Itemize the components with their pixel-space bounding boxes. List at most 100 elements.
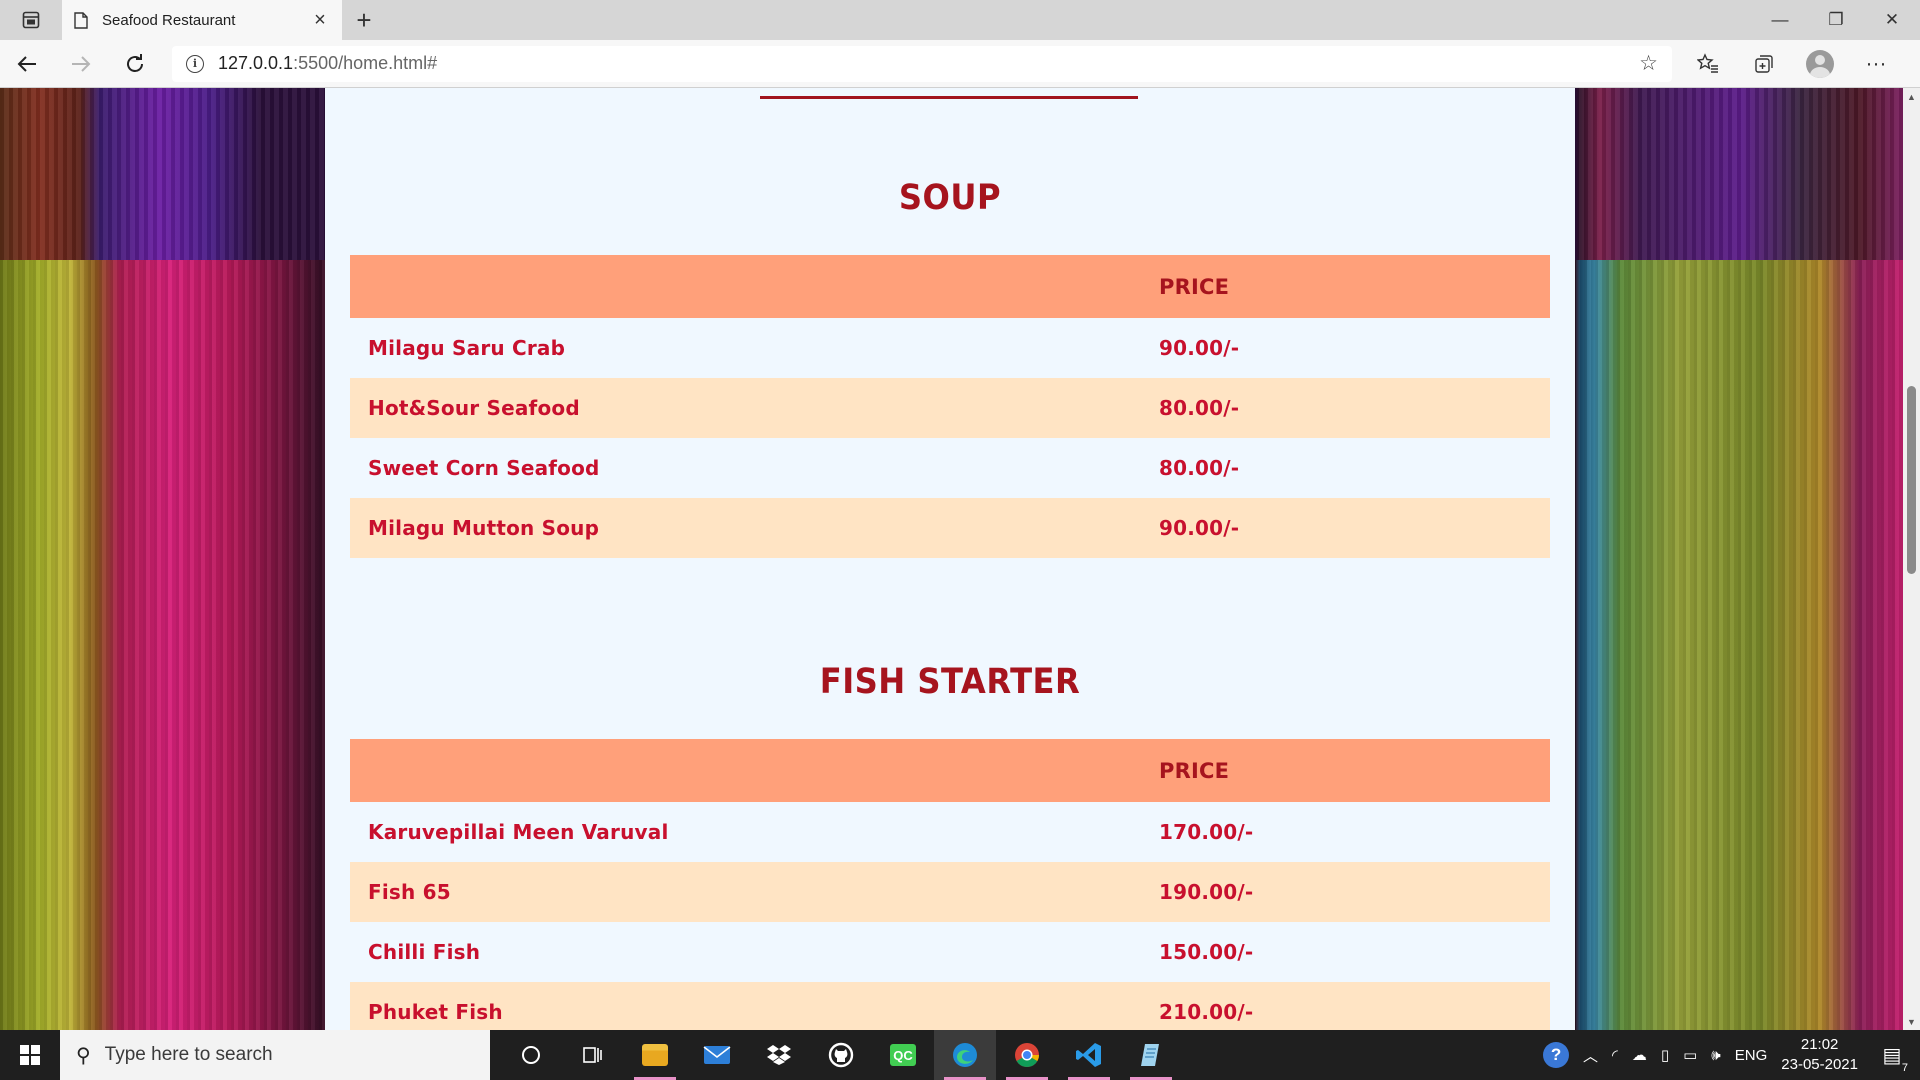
system-tray: ? ︿ ◜ ☁ ▯ ▭ 🕪 ENG 21:02 23-05-2021 ▤ 7 xyxy=(1543,1035,1920,1075)
item-price: 80.00/- xyxy=(1159,456,1240,480)
notepad-button[interactable] xyxy=(1120,1030,1182,1080)
github-icon xyxy=(828,1042,854,1068)
item-name: Milagu Mutton Soup xyxy=(368,516,600,540)
favorites-list-icon xyxy=(1697,52,1718,73)
cortana-button[interactable] xyxy=(500,1030,562,1080)
window-controls: — ❐ ✕ xyxy=(1752,0,1920,40)
clock-date: 23-05-2021 xyxy=(1781,1056,1858,1073)
item-price: 80.00/- xyxy=(1159,396,1240,420)
vscode-button[interactable] xyxy=(1058,1030,1120,1080)
table-row: Sweet Corn Seafood 80.00/- xyxy=(350,438,1550,498)
help-icon[interactable]: ? xyxy=(1543,1042,1570,1068)
onedrive-icon[interactable]: ☁ xyxy=(1632,1046,1647,1064)
edge-icon xyxy=(953,1043,977,1067)
site-info-icon[interactable]: i xyxy=(186,54,204,73)
soup-menu-table: PRICE Milagu Saru Crab 90.00/- Hot&Sour … xyxy=(350,255,1550,558)
qt-icon: QC xyxy=(890,1044,916,1066)
task-view-button[interactable] xyxy=(562,1030,624,1080)
more-options-icon: ··· xyxy=(1865,51,1887,75)
close-window-button[interactable]: ✕ xyxy=(1864,0,1920,40)
scroll-up-icon[interactable]: ▲ xyxy=(1903,88,1920,105)
table-header-name xyxy=(350,739,1158,802)
browser-toolbar: i 127.0.0.1:5500/home.html# ☆ ··· xyxy=(0,40,1920,88)
volume-icon[interactable]: 🕪 xyxy=(1711,1047,1720,1064)
task-view-icon xyxy=(583,1047,602,1063)
restore-button[interactable]: ❐ xyxy=(1808,0,1864,40)
notepad-icon xyxy=(1141,1044,1159,1066)
notification-count: 7 xyxy=(1901,1061,1908,1074)
network-icon[interactable]: ◜ xyxy=(1612,1046,1618,1064)
address-bar[interactable]: i 127.0.0.1:5500/home.html# ☆ xyxy=(172,45,1672,82)
divider-line xyxy=(760,96,1138,99)
item-name: Fish 65 xyxy=(368,880,451,904)
chrome-button[interactable] xyxy=(996,1030,1058,1080)
tab-title: Seafood Restaurant xyxy=(102,11,236,29)
forward-arrow-icon xyxy=(72,55,91,72)
notification-icon: ▤ xyxy=(1882,1044,1902,1067)
back-arrow-icon xyxy=(17,55,36,72)
url-text[interactable]: 127.0.0.1:5500/home.html# xyxy=(218,53,1625,74)
section-title-soup: SOUP xyxy=(898,178,1002,218)
file-explorer-button[interactable] xyxy=(624,1030,686,1080)
device-icon[interactable]: ▯ xyxy=(1661,1046,1669,1064)
windows-taskbar: ⚲ Type here to search QC ? ︿ ◜ ☁ ▯ ▭ 🕪 E… xyxy=(0,1030,1920,1080)
search-placeholder: Type here to search xyxy=(104,1044,273,1065)
settings-more-button[interactable]: ··· xyxy=(1848,40,1904,88)
taskbar-search-box[interactable]: ⚲ Type here to search xyxy=(60,1030,490,1080)
github-button[interactable] xyxy=(810,1030,872,1080)
clock[interactable]: 21:02 23-05-2021 xyxy=(1781,1035,1858,1075)
chrome-icon xyxy=(1015,1043,1039,1068)
avatar xyxy=(1806,49,1834,78)
collections-button[interactable] xyxy=(1736,40,1792,88)
battery-icon[interactable]: ▭ xyxy=(1683,1046,1697,1064)
scroll-thumb[interactable] xyxy=(1907,386,1916,574)
scroll-down-icon[interactable]: ▼ xyxy=(1903,1013,1920,1030)
item-name: Milagu Saru Crab xyxy=(368,336,566,360)
vertical-scrollbar[interactable]: ▲ ▼ xyxy=(1903,88,1920,1030)
menu-content: SOUP PRICE Milagu Saru Crab 90.00/- Hot&… xyxy=(325,88,1575,1030)
toolbar-icons: ··· xyxy=(1680,40,1904,88)
refresh-button[interactable] xyxy=(108,40,162,88)
windows-logo-icon xyxy=(20,1045,40,1065)
new-tab-button[interactable]: + xyxy=(342,0,386,40)
tab-actions-icon xyxy=(22,11,40,29)
item-price: 90.00/- xyxy=(1159,336,1240,360)
qt-creator-button[interactable]: QC xyxy=(872,1030,934,1080)
action-center-button[interactable]: ▤ 7 xyxy=(1872,1043,1912,1074)
language-indicator[interactable]: ENG xyxy=(1735,1047,1768,1064)
tab-close-icon[interactable]: × xyxy=(310,9,330,32)
item-name: Sweet Corn Seafood xyxy=(368,456,600,480)
item-price: 210.00/- xyxy=(1159,1000,1254,1024)
dropbox-icon xyxy=(767,1045,791,1065)
back-button[interactable] xyxy=(0,40,54,88)
table-row: Milagu Saru Crab 90.00/- xyxy=(350,318,1550,378)
show-hidden-icons-icon[interactable]: ︿ xyxy=(1583,1045,1598,1066)
mail-button[interactable] xyxy=(686,1030,748,1080)
edge-button[interactable] xyxy=(934,1030,996,1080)
table-row: Phuket Fish 210.00/- xyxy=(350,982,1550,1030)
browser-tab-bar: Seafood Restaurant × + — ❐ ✕ xyxy=(0,0,1920,40)
profile-button[interactable] xyxy=(1792,40,1848,88)
browser-tab[interactable]: Seafood Restaurant × xyxy=(62,0,342,40)
mail-icon xyxy=(703,1046,731,1064)
table-row: Milagu Mutton Soup 90.00/- xyxy=(350,498,1550,558)
tab-actions-button[interactable] xyxy=(0,0,62,40)
item-name: Karuvepillai Meen Varuval xyxy=(368,820,669,844)
add-favorite-icon[interactable]: ☆ xyxy=(1639,51,1658,76)
dropbox-button[interactable] xyxy=(748,1030,810,1080)
page-icon xyxy=(74,11,88,29)
minimize-button[interactable]: — xyxy=(1752,0,1808,40)
page-viewport: SOUP PRICE Milagu Saru Crab 90.00/- Hot&… xyxy=(0,88,1903,1030)
taskbar-apps: QC xyxy=(500,1030,1182,1080)
collections-icon xyxy=(1755,54,1773,73)
table-row: Fish 65 190.00/- xyxy=(350,862,1550,922)
item-name: Hot&Sour Seafood xyxy=(368,396,580,420)
start-button[interactable] xyxy=(0,1030,60,1080)
clock-time: 21:02 xyxy=(1800,1036,1839,1053)
table-header-name xyxy=(350,255,1158,318)
fish-starter-menu-table: PRICE Karuvepillai Meen Varuval 170.00/-… xyxy=(350,739,1550,1030)
table-row: Karuvepillai Meen Varuval 170.00/- xyxy=(350,802,1550,862)
favorites-button[interactable] xyxy=(1680,40,1736,88)
table-row: Hot&Sour Seafood 80.00/- xyxy=(350,378,1550,438)
forward-button[interactable] xyxy=(54,40,108,88)
